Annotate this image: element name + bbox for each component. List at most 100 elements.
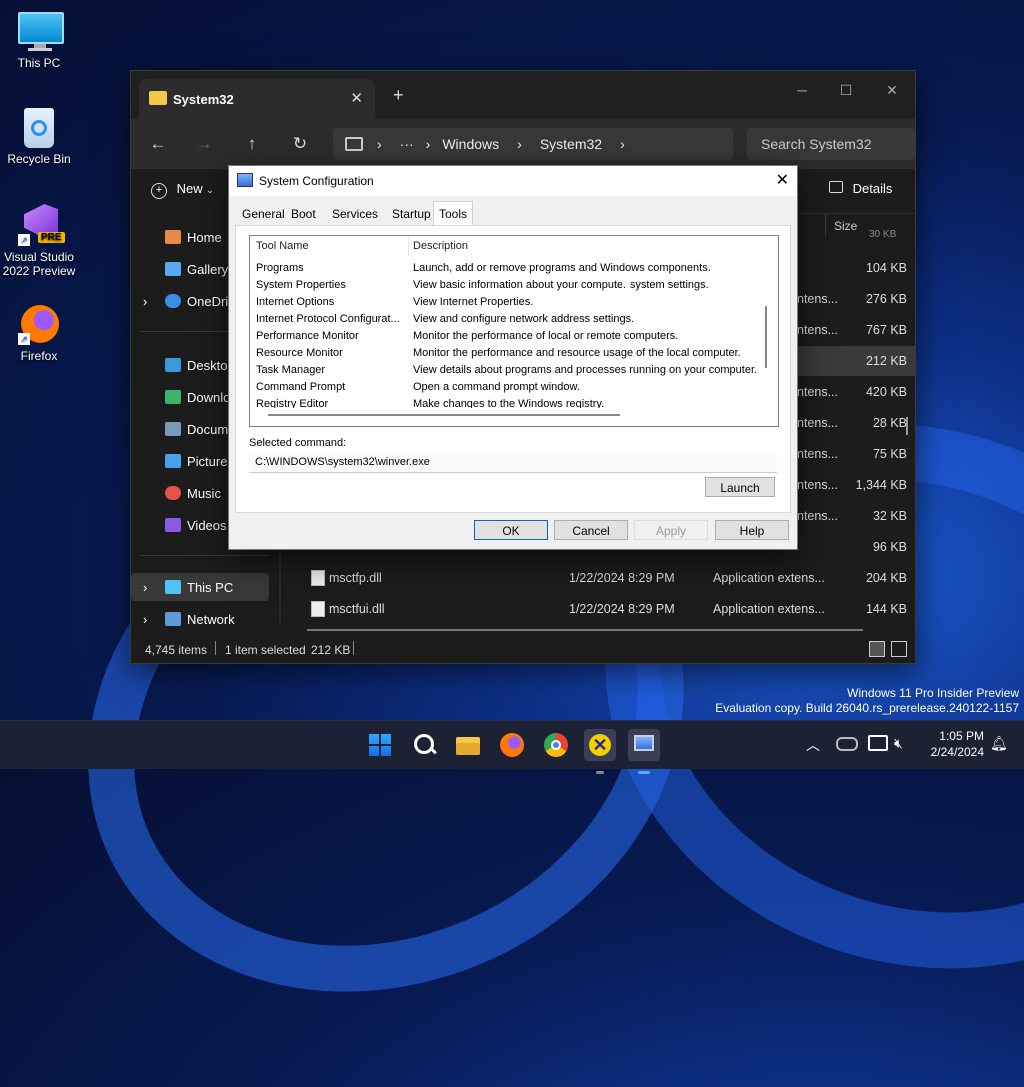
clock[interactable]: 1:05 PM 2/24/2024 bbox=[920, 728, 984, 760]
notification-bell-icon[interactable]: 🔔︎ bbox=[990, 735, 1008, 752]
forward-icon[interactable]: → bbox=[191, 131, 217, 157]
tool-name: Internet Options bbox=[256, 296, 335, 308]
tab-services[interactable]: Services bbox=[327, 204, 383, 224]
list-item[interactable]: Internet Options View Internet Properties… bbox=[250, 294, 760, 311]
back-icon[interactable]: ← bbox=[145, 131, 171, 157]
dialog-titlebar: System Configuration ✕ bbox=[229, 166, 797, 196]
list-item[interactable]: System Properties View basic information … bbox=[250, 277, 760, 294]
sidebar-item-label: Gallery bbox=[187, 261, 229, 277]
desktop-icon-label: Firefox bbox=[20, 349, 58, 363]
app-x-icon[interactable]: ✕ bbox=[584, 729, 616, 774]
breadcrumb-system32[interactable]: System32 bbox=[540, 136, 602, 152]
system-configuration-taskbar-icon[interactable] bbox=[628, 729, 660, 774]
list-item[interactable]: Command Prompt Open a command prompt wind… bbox=[250, 379, 760, 396]
list-item[interactable]: Resource Monitor Monitor the performance … bbox=[250, 345, 760, 362]
file-type: Application extens... bbox=[713, 602, 825, 616]
search-input[interactable]: Search System32 bbox=[747, 128, 915, 160]
close-button[interactable]: ✕ bbox=[869, 75, 915, 105]
list-item[interactable]: Internet Protocol Configurat... View and … bbox=[250, 311, 760, 328]
music-icon bbox=[165, 486, 181, 500]
file-size: 204 KB bbox=[865, 571, 907, 585]
tab-general[interactable]: General bbox=[237, 204, 290, 224]
tool-description: View details about programs and processe… bbox=[413, 364, 758, 376]
sidebar-item-network[interactable]: › Network bbox=[131, 605, 269, 633]
list-hscroll-track bbox=[250, 408, 778, 426]
apply-button[interactable]: Apply bbox=[634, 520, 708, 540]
list-item[interactable]: Task Manager View details about programs … bbox=[250, 362, 760, 379]
desktop-icon-this-pc[interactable]: This PC bbox=[0, 10, 78, 70]
cloud-offline-icon[interactable] bbox=[836, 737, 858, 751]
size-header-label: Size bbox=[834, 219, 858, 233]
msconfig-icon bbox=[237, 173, 253, 187]
chevron-right-icon: › bbox=[517, 136, 522, 152]
dialog-title: System Configuration bbox=[259, 174, 374, 188]
tab-boot[interactable]: Boot bbox=[286, 204, 321, 224]
partial-size: 30 KB bbox=[869, 229, 897, 237]
network-icon bbox=[165, 612, 181, 626]
chevron-up-icon[interactable]: ︿ bbox=[806, 735, 820, 755]
desktop-icon-firefox[interactable]: ↗ Firefox bbox=[0, 303, 78, 363]
chevron-right-icon: › bbox=[143, 579, 148, 595]
tab-startup[interactable]: Startup bbox=[387, 204, 436, 224]
file-size: 767 KB bbox=[865, 323, 907, 337]
file-size: 75 KB bbox=[872, 447, 907, 461]
volume-muted-icon[interactable]: 🔇︎ bbox=[894, 735, 903, 752]
watermark-line1: Windows 11 Pro Insider Preview bbox=[847, 686, 1019, 700]
tab-tools[interactable]: Tools bbox=[433, 201, 474, 226]
chevron-right-icon: › bbox=[143, 293, 148, 309]
help-button[interactable]: Help bbox=[715, 520, 789, 540]
tool-name: Command Prompt bbox=[256, 381, 346, 393]
launch-button[interactable]: Launch bbox=[705, 477, 775, 497]
new-tab-button[interactable]: + bbox=[393, 85, 404, 106]
chrome-icon[interactable] bbox=[540, 729, 572, 761]
download-icon bbox=[165, 390, 181, 404]
table-row[interactable]: msctfp.dll 1/22/2024 8:29 PM Application… bbox=[289, 563, 915, 593]
visual-studio-icon: PRE ↗ bbox=[18, 204, 65, 246]
list-horizontal-scrollbar[interactable] bbox=[268, 414, 620, 416]
item-count: 4,745 items bbox=[145, 643, 208, 657]
start-button[interactable] bbox=[364, 729, 396, 761]
refresh-icon[interactable]: ↻ bbox=[287, 131, 313, 157]
list-vertical-scrollbar[interactable] bbox=[765, 306, 767, 368]
network-icon[interactable] bbox=[868, 735, 888, 751]
search-icon[interactable] bbox=[408, 729, 440, 761]
list-item[interactable]: Performance Monitor Monitor the performan… bbox=[250, 328, 760, 345]
cancel-button[interactable]: Cancel bbox=[554, 520, 628, 540]
vertical-scrollbar[interactable] bbox=[906, 417, 908, 435]
close-tab-icon[interactable]: ✕ bbox=[350, 89, 363, 107]
tools-list[interactable]: Tool Name Description Programs Launch, ad… bbox=[249, 235, 779, 427]
up-icon[interactable]: ↑ bbox=[239, 131, 265, 157]
maximize-button[interactable]: ☐ bbox=[823, 75, 869, 105]
tiles-view-icon[interactable] bbox=[891, 641, 907, 657]
list-item[interactable]: Programs Launch, add or remove programs a… bbox=[250, 260, 760, 277]
table-row[interactable]: msctfui.dll 1/22/2024 8:29 PM Applicatio… bbox=[289, 594, 915, 624]
horizontal-scrollbar[interactable] bbox=[307, 629, 863, 631]
minimize-button[interactable]: ─ bbox=[779, 75, 825, 105]
ok-button[interactable]: OK bbox=[474, 520, 548, 540]
explorer-tab[interactable]: System32 ✕ bbox=[139, 79, 375, 119]
file-explorer-icon[interactable] bbox=[452, 729, 484, 761]
file-size: 1,344 KB bbox=[855, 478, 907, 492]
address-bar[interactable]: › ··· › Windows › System32 › bbox=[333, 128, 733, 160]
sidebar-item-this-pc[interactable]: › This PC bbox=[131, 573, 269, 601]
details-view-icon[interactable] bbox=[869, 641, 885, 657]
firefox-icon[interactable] bbox=[496, 729, 528, 761]
new-button[interactable]: + New ⌄ bbox=[151, 181, 214, 199]
column-divider bbox=[408, 236, 409, 256]
desktop-icon-recycle-bin[interactable]: Recycle Bin bbox=[0, 106, 78, 166]
clock-time: 1:05 PM bbox=[939, 729, 984, 743]
desktop-icon-visual-studio[interactable]: PRE ↗ Visual Studio 2022 Preview bbox=[0, 204, 78, 278]
video-icon bbox=[165, 518, 181, 532]
column-header-tool-name[interactable]: Tool Name bbox=[256, 240, 309, 252]
details-button[interactable]: Details bbox=[829, 181, 892, 196]
firefox-icon: ↗ bbox=[18, 303, 60, 345]
breadcrumb-overflow[interactable]: ··· bbox=[400, 136, 414, 152]
selected-command-field[interactable]: C:\WINDOWS\system32\winver.exe bbox=[249, 452, 777, 473]
close-icon[interactable]: ✕ bbox=[776, 170, 789, 190]
chevron-down-icon: ⌄ bbox=[206, 185, 214, 195]
tool-name: System Properties bbox=[256, 279, 346, 291]
file-name: msctfui.dll bbox=[329, 602, 385, 616]
column-header-description[interactable]: Description bbox=[413, 240, 468, 252]
file-size: 212 KB bbox=[865, 354, 907, 368]
breadcrumb-windows[interactable]: Windows bbox=[442, 136, 499, 152]
